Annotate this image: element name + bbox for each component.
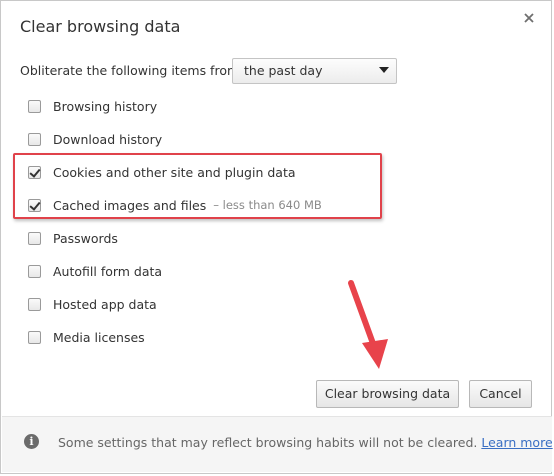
checkbox-item-passwords[interactable]: Passwords bbox=[28, 229, 118, 247]
footer-message: Some settings that may reflect browsing … bbox=[58, 435, 478, 450]
checkbox-label: Autofill form data bbox=[53, 263, 163, 279]
info-icon: i bbox=[24, 434, 39, 449]
checkbox-label: Hosted app data bbox=[53, 296, 157, 312]
footer-text: Some settings that may reflect browsing … bbox=[58, 435, 553, 450]
time-range-label: Obliterate the following items from: bbox=[20, 63, 244, 78]
learn-more-link[interactable]: Learn more bbox=[481, 435, 552, 450]
checkbox[interactable] bbox=[28, 330, 41, 344]
red-arrow-annotation-icon bbox=[348, 280, 388, 369]
checkbox-item-browsing-history[interactable]: Browsing history bbox=[28, 97, 157, 115]
clear-browsing-data-dialog: Clear browsing data Obliterate the follo… bbox=[0, 0, 553, 474]
checkbox-item-media-licenses[interactable]: Media licenses bbox=[28, 328, 145, 346]
checkbox[interactable] bbox=[28, 297, 41, 311]
dialog-footer: i Some settings that may reflect browsin… bbox=[2, 416, 553, 472]
time-range-select[interactable]: the past day bbox=[232, 58, 397, 84]
checkbox-label: Passwords bbox=[53, 230, 118, 246]
close-icon[interactable] bbox=[520, 9, 538, 27]
checkbox[interactable] bbox=[28, 264, 41, 278]
cancel-button[interactable]: Cancel bbox=[469, 380, 532, 408]
checkbox-label: Browsing history bbox=[53, 98, 158, 114]
checkbox[interactable] bbox=[28, 99, 41, 113]
checkbox-item-autofill[interactable]: Autofill form data bbox=[28, 262, 162, 280]
checkbox[interactable] bbox=[28, 132, 41, 146]
checkbox-label: Download history bbox=[53, 131, 163, 147]
highlight-annotation-box bbox=[13, 153, 382, 219]
checkbox-label: Media licenses bbox=[53, 329, 145, 345]
checkbox-item-download-history[interactable]: Download history bbox=[28, 130, 162, 148]
checkbox[interactable] bbox=[28, 231, 41, 245]
dropdown-arrow-icon bbox=[379, 67, 389, 73]
clear-browsing-data-button[interactable]: Clear browsing data bbox=[316, 380, 459, 408]
time-range-selected-value: the past day bbox=[244, 63, 323, 78]
dialog-title: Clear browsing data bbox=[20, 17, 181, 36]
checkbox-item-hosted-app-data[interactable]: Hosted app data bbox=[28, 295, 157, 313]
